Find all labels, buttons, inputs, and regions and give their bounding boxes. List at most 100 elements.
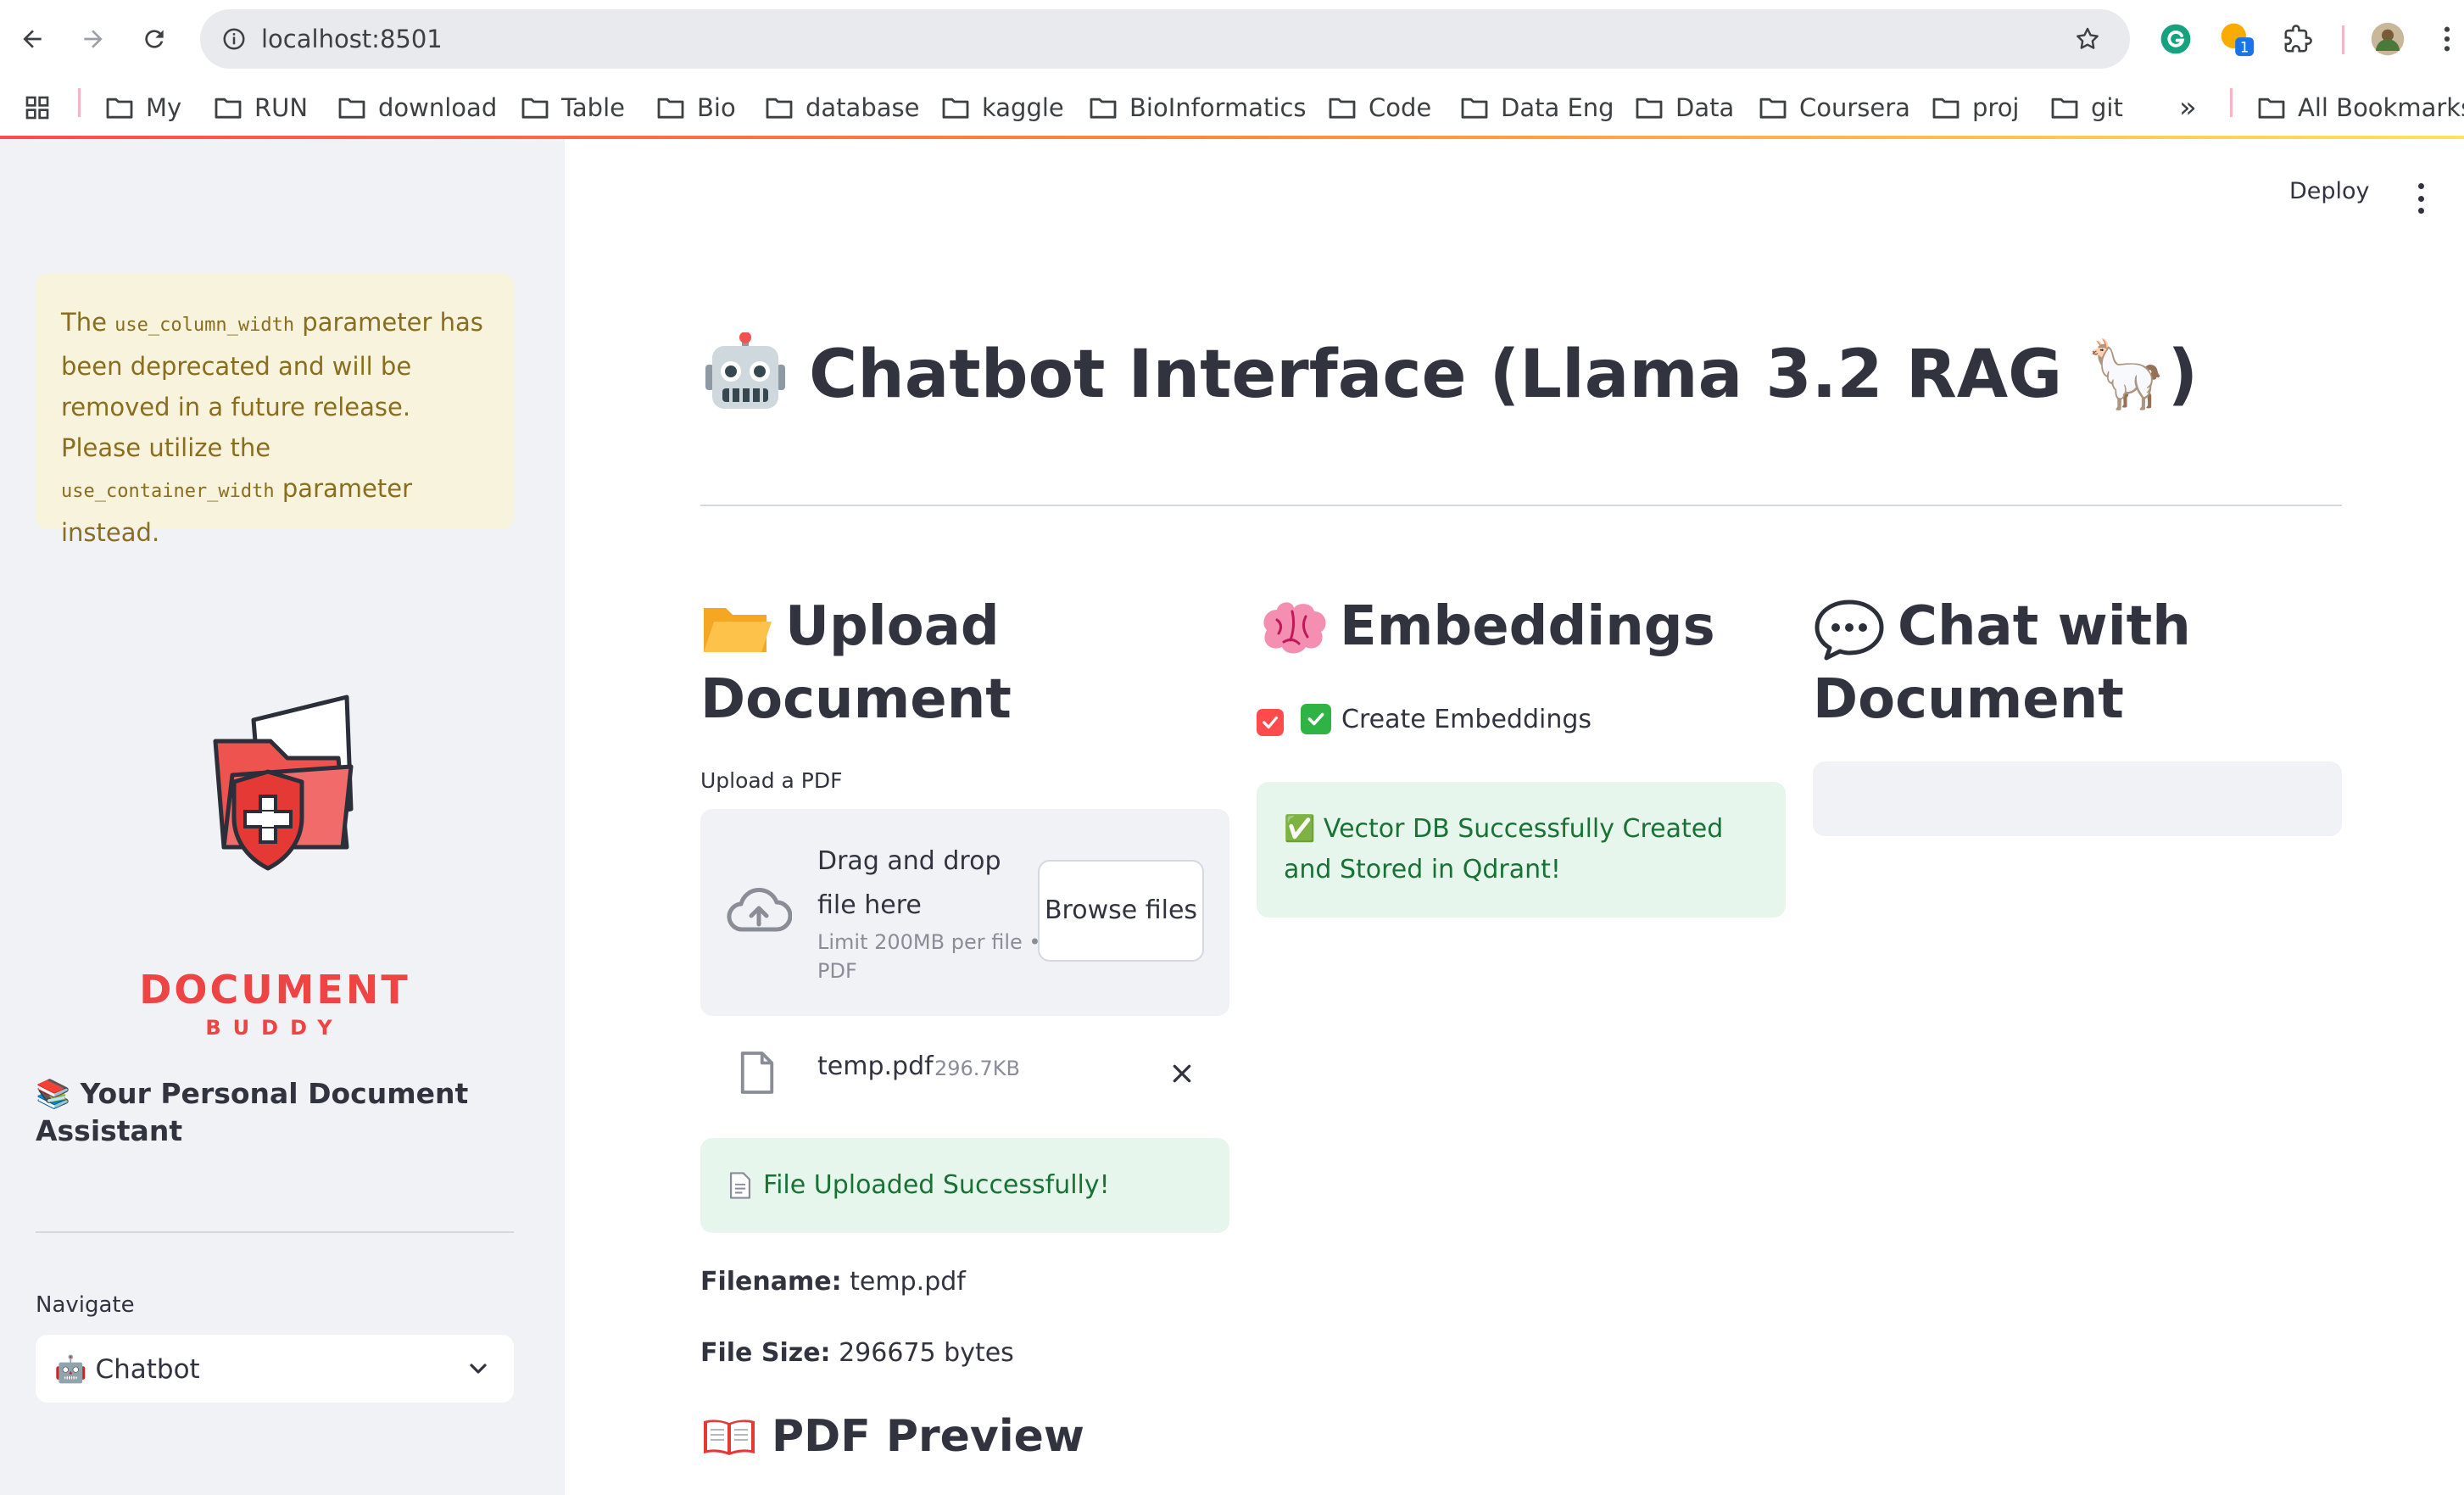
file-dropzone[interactable]: Drag and drop file here Limit 200MB per … [700,809,1229,1016]
pdf-preview-heading: PDF Preview [700,1411,1084,1462]
chevron-down-icon [470,1364,487,1374]
grammarly-icon[interactable] [2155,19,2196,59]
bookmark-label: proj [1972,93,2020,122]
bookmark-run[interactable]: RUN [214,78,308,137]
profile-avatar[interactable] [2367,19,2408,59]
vector-db-success-text: ✅ Vector DB Successfully Created and Sto… [1284,814,1724,884]
file-icon [740,1052,774,1094]
create-embeddings-label[interactable]: Create Embeddings [1301,704,1592,734]
dropzone-instructions: Drag and drop file here [817,846,1001,920]
logo-subtitle: BUDDY [205,1016,344,1040]
filename-label: Filename: [700,1267,842,1297]
create-embeddings-checkbox[interactable] [1257,709,1284,736]
url-text[interactable]: localhost:8501 [261,21,443,57]
bookmark-coursera[interactable]: Coursera [1759,78,1910,137]
site-info-icon[interactable] [214,19,254,59]
filesize-line: File Size: 296675 bytes [700,1338,1014,1368]
open-folder-icon [704,608,772,653]
filesize-label: File Size: [700,1338,831,1368]
bookmark-label: Data [1675,93,1735,122]
folder-icon [766,98,793,119]
bookmark-download[interactable]: download [337,78,497,137]
bookmark-label: RUN [254,93,309,122]
bookmark-my[interactable]: My [105,78,181,137]
bookmarks-divider [78,88,81,117]
folder-icon [1329,98,1356,119]
apps-grid-icon[interactable] [24,85,51,131]
folder-icon [942,98,969,119]
warning-code: use_container_width [61,481,275,502]
checkmark-icon [1263,716,1278,729]
speech-bubble-icon [1815,600,1884,661]
warning-text: The [61,308,115,337]
chat-heading: Chat with Document [1813,590,2191,736]
upload-success-message: File Uploaded Successfully! [700,1138,1229,1233]
browser-menu-icon[interactable] [2427,19,2464,59]
bookmarks-overflow-button[interactable]: » [2179,78,2197,137]
navigate-label: Navigate [36,1292,135,1318]
upload-heading: Upload Document [700,590,1012,736]
bookmark-label: Table [561,93,625,122]
robot-icon [705,332,785,409]
arrow-right-icon [84,30,103,48]
folder-icon [2258,98,2285,119]
bookmark-label: Coursera [1799,93,1910,122]
bookmark-data-eng[interactable]: Data Eng [1460,78,1614,137]
vector-db-success-message: ✅ Vector DB Successfully Created and Sto… [1257,782,1786,918]
cloud-upload-icon [727,887,792,932]
bookmark-database[interactable]: database [765,78,919,137]
deprecation-warning: The use_column_width parameter has been … [36,273,514,547]
deploy-button[interactable]: Deploy [2289,178,2370,204]
filename-value: temp.pdf [850,1267,966,1297]
bookmark-label: My [146,93,182,122]
filename-line: Filename: temp.pdf [700,1267,966,1297]
page-icon [729,1172,751,1199]
bookmark-bioinformatics[interactable]: BioInformatics [1089,78,1307,137]
folder-icon [1090,98,1117,119]
folder-icon [215,98,242,119]
navigate-selected-value: 🤖 Chatbot [54,1353,200,1385]
document-buddy-logo: DOCUMENT BUDDY [105,690,444,1046]
upload-pdf-label: Upload a PDF [700,768,843,793]
bookmark-kaggle[interactable]: kaggle [941,78,1064,137]
bookmark-data[interactable]: Data [1635,78,1734,137]
bookmark-star-icon[interactable] [2067,19,2108,59]
bookmark-table[interactable]: Table [521,78,625,137]
navigate-select[interactable]: 🤖 Chatbot [36,1335,514,1403]
close-icon [1173,1064,1191,1083]
uploaded-file-row: temp.pdf 296.7KB [700,1040,1229,1107]
chat-heading-line1: Chat with [1898,595,2191,658]
folder-icon [657,98,684,119]
bookmark-label: git [2091,93,2123,122]
bookmark-bio[interactable]: Bio [656,78,736,137]
puzzle-extensions-icon[interactable] [2277,19,2318,59]
upload-success-text: File Uploaded Successfully! [763,1170,1110,1200]
address-bar[interactable]: localhost:8501 [200,9,2130,69]
logo-title: DOCUMENT [139,967,410,1012]
browse-files-button[interactable]: Browse files [1038,860,1204,962]
forward-button[interactable] [70,15,117,63]
toolbar-divider [2342,25,2344,54]
bookmark-code[interactable]: Code [1328,78,1431,137]
main-menu-icon[interactable] [2408,180,2433,217]
all-bookmarks[interactable]: All Bookmarks [2257,78,2464,137]
browser-toolbar: localhost:8501 1 [0,0,2464,78]
extension-badge-count: 1 [2240,40,2249,56]
bookmark-label: database [806,93,920,122]
brain-icon [1263,602,1326,654]
folder-icon [521,98,549,119]
bookmark-proj[interactable]: proj [1932,78,2020,137]
remove-file-button[interactable] [1163,1055,1201,1092]
reload-button[interactable] [131,15,178,63]
page-title: Chatbot Interface (Llama 3.2 RAG 🦙) [700,332,2198,417]
extension-badge-icon[interactable]: 1 [2216,19,2257,59]
chat-container[interactable] [1813,761,2342,836]
bookmarks-divider [2230,88,2233,117]
folder-icon [1636,98,1663,119]
back-button[interactable] [8,15,56,63]
pdf-preview-heading-text: PDF Preview [772,1411,1084,1462]
assistant-title: 📚 Your Personal Document Assistant [36,1077,469,1147]
bookmark-git[interactable]: git [2050,78,2123,137]
bookmark-label: Bio [697,93,736,122]
uploaded-file-size: 296.7KB [934,1057,1020,1080]
